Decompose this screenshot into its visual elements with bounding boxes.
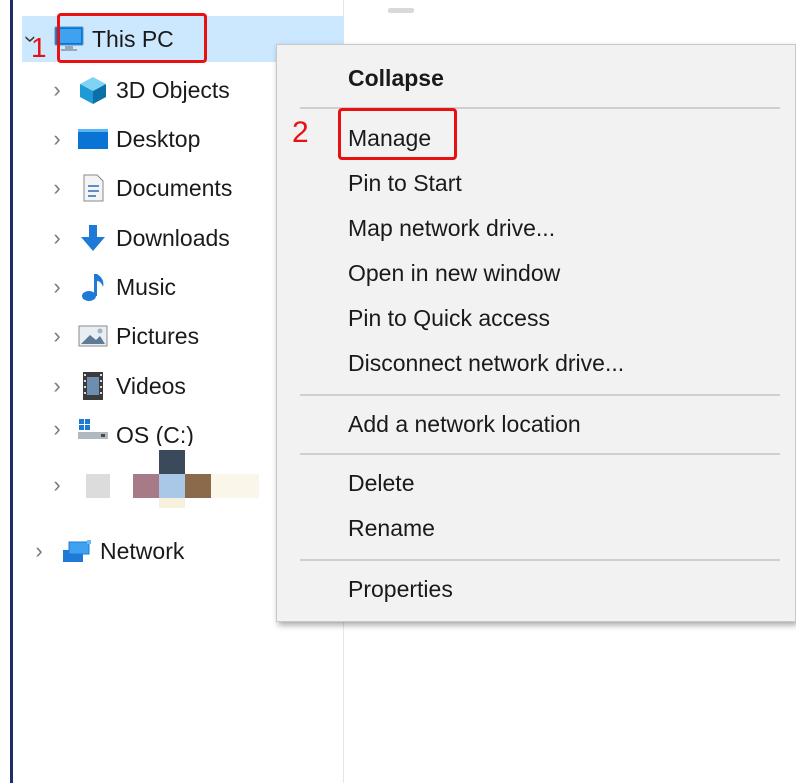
column-header-fragment <box>388 8 414 13</box>
menu-item-pin-to-quick-access[interactable]: Pin to Quick access <box>348 301 550 335</box>
annotation-box-this-pc <box>57 13 207 63</box>
chevron-right-icon[interactable]: › <box>48 126 66 152</box>
menu-separator <box>300 453 780 455</box>
tree-item-label: Documents <box>116 174 233 201</box>
tree-item-videos[interactable]: › Videos <box>48 363 186 409</box>
chevron-right-icon[interactable]: › <box>48 373 66 399</box>
3d-objects-icon <box>76 75 110 105</box>
annotation-box-manage <box>338 108 457 160</box>
tree-item-label: Pictures <box>116 322 200 349</box>
tree-item-3d-objects[interactable]: › 3D Objects <box>48 67 230 113</box>
downloads-icon <box>76 223 110 253</box>
chevron-right-icon[interactable]: › <box>48 472 66 498</box>
menu-item-delete[interactable]: Delete <box>348 466 414 500</box>
menu-item-map-network-drive[interactable]: Map network drive... <box>348 211 555 245</box>
chevron-right-icon[interactable]: › <box>48 416 66 442</box>
menu-item-collapse[interactable]: Collapse <box>348 61 444 95</box>
tree-item-label: Music <box>116 273 177 300</box>
redacted-pixels <box>86 474 110 498</box>
tree-item-label: OS (C:) <box>116 421 194 447</box>
redacted-pixels <box>211 474 259 498</box>
window-left-edge <box>0 0 13 783</box>
tree-item-redacted[interactable]: › <box>48 462 66 508</box>
chevron-right-icon[interactable]: › <box>48 175 66 201</box>
tree-item-pictures[interactable]: › Pictures <box>48 313 199 359</box>
tree-item-documents[interactable]: › Documents <box>48 165 232 211</box>
menu-item-pin-to-start[interactable]: Pin to Start <box>348 166 462 200</box>
desktop-icon <box>76 124 110 154</box>
annotation-step-2: 2 <box>292 116 309 149</box>
tree-item-desktop[interactable]: › Desktop <box>48 116 200 162</box>
menu-item-disconnect-network-drive[interactable]: Disconnect network drive... <box>348 346 624 380</box>
chevron-right-icon[interactable]: › <box>30 538 48 564</box>
tree-item-label: Desktop <box>116 125 201 152</box>
tree-item-label: Network <box>100 537 185 564</box>
tree-item-downloads[interactable]: › Downloads <box>48 215 230 261</box>
menu-item-add-network-location[interactable]: Add a network location <box>348 407 581 441</box>
annotation-step-1: 1 <box>31 32 47 63</box>
music-icon <box>76 272 110 302</box>
tree-item-label: Videos <box>116 372 186 399</box>
chevron-right-icon[interactable]: › <box>48 323 66 349</box>
menu-item-open-in-new-window[interactable]: Open in new window <box>348 256 560 290</box>
documents-icon <box>76 173 110 203</box>
tree-item-network[interactable]: › Network <box>30 528 184 574</box>
tree-item-label: 3D Objects <box>116 76 230 103</box>
redacted-pixels <box>159 498 185 508</box>
videos-icon <box>76 371 110 401</box>
tree-item-os-drive[interactable]: › OS (C:) <box>48 412 194 446</box>
pictures-icon <box>76 321 110 351</box>
redacted-pixels <box>133 474 159 498</box>
menu-item-properties[interactable]: Properties <box>348 572 453 606</box>
redacted-pixels <box>159 474 185 498</box>
chevron-right-icon[interactable]: › <box>48 274 66 300</box>
redacted-pixels <box>185 474 211 498</box>
chevron-right-icon[interactable]: › <box>48 77 66 103</box>
chevron-right-icon[interactable]: › <box>48 225 66 251</box>
tree-item-music[interactable]: › Music <box>48 264 176 310</box>
network-icon <box>60 536 94 566</box>
menu-separator <box>300 394 780 396</box>
drive-icon <box>76 414 110 444</box>
menu-item-rename[interactable]: Rename <box>348 511 435 545</box>
tree-item-label: Downloads <box>116 224 230 251</box>
redacted-pixels <box>159 450 185 474</box>
menu-separator <box>300 559 780 561</box>
